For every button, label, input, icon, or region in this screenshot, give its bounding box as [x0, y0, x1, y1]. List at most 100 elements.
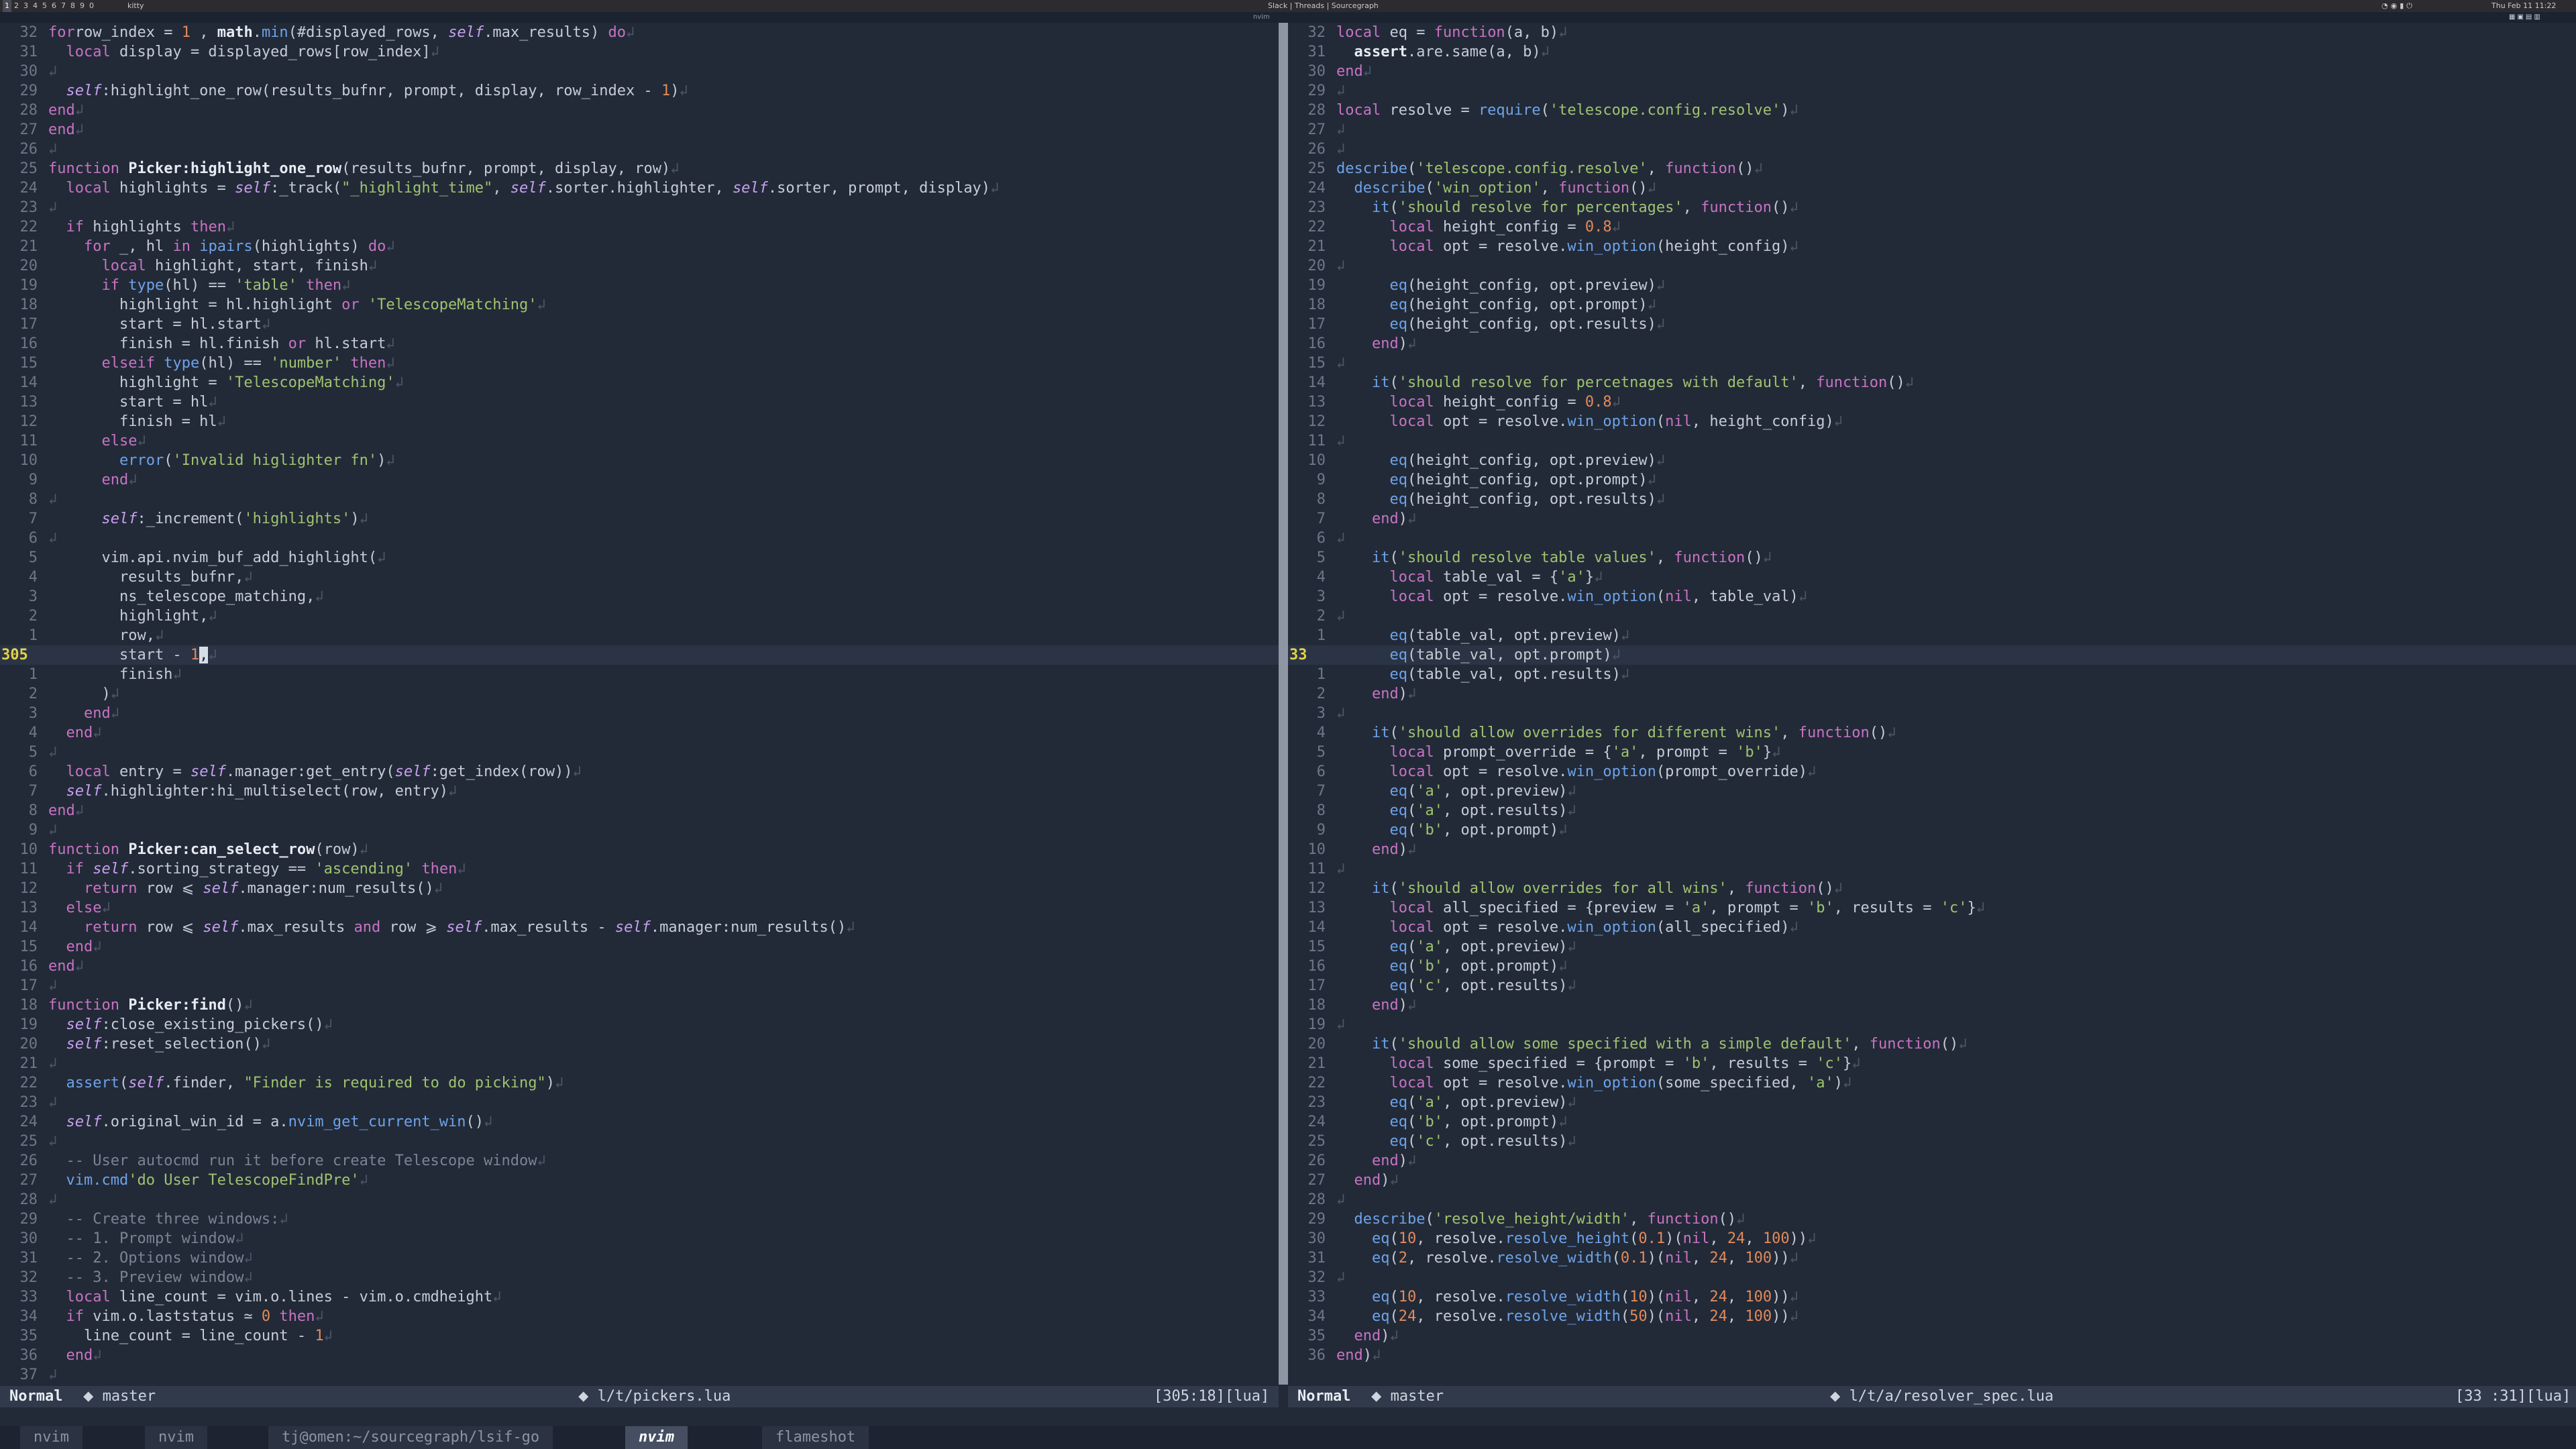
code-line[interactable]: 18 eq(height_config, opt.prompt)↲ [1288, 295, 2576, 315]
wifi-icon[interactable]: ◔ [2381, 1, 2391, 10]
code-line[interactable]: 6 ↲ [0, 529, 1279, 548]
code-line[interactable]: 36 end)↲ [1288, 1346, 2576, 1365]
code-line[interactable]: 12 it('should allow overrides for all wi… [1288, 879, 2576, 898]
code-line[interactable]: 34 if vim.o.laststatus ≃ 0 then↲ [0, 1307, 1279, 1326]
tray-icons[interactable]: ◔◉▮⏻ [2381, 0, 2415, 12]
code-line[interactable]: 13 local height_config = 0.8↲ [1288, 392, 2576, 412]
code-line[interactable]: 13 else↲ [0, 898, 1279, 918]
code-line[interactable]: 11 ↲ [1288, 859, 2576, 879]
code-line[interactable]: 32 ↲ [1288, 1268, 2576, 1287]
workspace-5[interactable]: 5 [40, 0, 49, 12]
code-line[interactable]: 8 eq('a', opt.results)↲ [1288, 801, 2576, 820]
code-line[interactable]: 16 end)↲ [1288, 334, 2576, 354]
code-line[interactable]: 15 eq('a', opt.preview)↲ [1288, 937, 2576, 957]
code-line[interactable]: 25 describe('telescope.config.resolve', f… [1288, 159, 2576, 178]
code-line[interactable]: 15 ↲ [1288, 354, 2576, 373]
code-line[interactable]: 15 end↲ [0, 937, 1279, 957]
code-line[interactable]: 5 local prompt_override = {'a', prompt =… [1288, 743, 2576, 762]
code-line[interactable]: 17 eq(height_config, opt.results)↲ [1288, 315, 2576, 334]
code-line[interactable]: 2 ↲ [1288, 606, 2576, 626]
layout-icons[interactable]: ▦▣▤▥ [2509, 12, 2542, 23]
code-line[interactable]: 33 local line_count = vim.o.lines - vim.… [0, 1287, 1279, 1307]
code-line[interactable]: 20 it('should allow some specified with … [1288, 1034, 2576, 1054]
code-line[interactable]: 3 end↲ [0, 704, 1279, 723]
code-line[interactable]: 32 local eq = function(a, b)↲ [1288, 23, 2576, 42]
code-line[interactable]: 30 end↲ [1288, 62, 2576, 81]
editor-pane-resolver-spec[interactable]: 32 local eq = function(a, b)↲ 31 assert.ar… [1288, 23, 2576, 1385]
code-line[interactable]: 22 local height_config = 0.8↲ [1288, 217, 2576, 237]
code-line[interactable]: 9 eq(height_config, opt.prompt)↲ [1288, 470, 2576, 490]
code-line[interactable]: 24 self.original_win_id = a.nvim_get_cur… [0, 1112, 1279, 1132]
code-line[interactable]: 17 start = hl.start↲ [0, 315, 1279, 334]
code-line[interactable]: 24 eq('b', opt.prompt)↲ [1288, 1112, 2576, 1132]
code-line[interactable]: 9 end↲ [0, 470, 1279, 490]
code-line[interactable]: 14 return row ⩽ self.max_results and row… [0, 918, 1279, 937]
code-line[interactable]: 15 elseif type(hl) == 'number' then↲ [0, 354, 1279, 373]
code-line[interactable]: 25 ↲ [0, 1132, 1279, 1151]
code-line[interactable]: 14 local opt = resolve.win_option(all_sp… [1288, 918, 2576, 937]
code-line[interactable]: 4 local table_val = {'a'}↲ [1288, 568, 2576, 587]
code-line[interactable]: 31 eq(2, resolve.resolve_width(0.1)(nil,… [1288, 1248, 2576, 1268]
code-line[interactable]: 30 eq(10, resolve.resolve_height(0.1)(ni… [1288, 1229, 2576, 1248]
code-line[interactable]: 19 if type(hl) == 'table' then↲ [0, 276, 1279, 295]
code-line[interactable]: 23 eq('a', opt.preview)↲ [1288, 1093, 2576, 1112]
code-line[interactable]: 28 ↲ [1288, 1190, 2576, 1210]
code-line[interactable]: 35 end)↲ [1288, 1326, 2576, 1346]
code-line[interactable]: 16 end↲ [0, 957, 1279, 976]
workspace-1[interactable]: 1 [3, 0, 11, 12]
code-line[interactable]: 24 local highlights = self:_track("_high… [0, 178, 1279, 198]
workspace-4[interactable]: 4 [31, 0, 40, 12]
code-line[interactable]: 10 eq(height_config, opt.preview)↲ [1288, 451, 2576, 470]
code-line[interactable]: 18 function Picker:find()↲ [0, 996, 1279, 1015]
code-line[interactable]: 10 end)↲ [1288, 840, 2576, 859]
code-line[interactable]: 29 ↲ [1288, 81, 2576, 101]
code-line[interactable]: 23 ↲ [0, 1093, 1279, 1112]
focused-app-title[interactable]: Slack | Threads | Sourcegraph [1268, 0, 1379, 12]
code-line[interactable]: 8 end↲ [0, 801, 1279, 820]
code-line[interactable]: 19 self:close_existing_pickers()↲ [0, 1015, 1279, 1034]
code-line[interactable]: 10 function Picker:can_select_row(row)↲ [0, 840, 1279, 859]
code-line[interactable]: 7 self:_increment('highlights')↲ [0, 509, 1279, 529]
code-line[interactable]: 2 )↲ [0, 684, 1279, 704]
code-line[interactable]: 22 if highlights then↲ [0, 217, 1279, 237]
cursor-line[interactable]: 33 eq(table_val, opt.prompt)↲ [1288, 645, 2576, 665]
code-line[interactable]: 1 row,↲ [0, 626, 1279, 645]
code-line[interactable]: 30 -- 1. Prompt window↲ [0, 1229, 1279, 1248]
code-line[interactable]: 8 eq(height_config, opt.results)↲ [1288, 490, 2576, 509]
code-line[interactable]: 4 it('should allow overrides for differe… [1288, 723, 2576, 743]
code-line[interactable]: 37 ↲ [0, 1365, 1279, 1385]
tmux-window-4[interactable]: nvim [625, 1426, 688, 1449]
code-line[interactable]: 28 ↲ [0, 1190, 1279, 1210]
workspace-6[interactable]: 6 [50, 0, 58, 12]
code-line[interactable]: 12 local opt = resolve.win_option(nil, h… [1288, 412, 2576, 431]
code-line[interactable]: 23 it('should resolve for percentages', … [1288, 198, 2576, 217]
code-line[interactable]: 12 return row ⩽ self.manager:num_results… [0, 879, 1279, 898]
code-line[interactable]: 10 error('Invalid higlighter fn')↲ [0, 451, 1279, 470]
code-line[interactable]: 18 highlight = hl.highlight or 'Telescop… [0, 295, 1279, 315]
code-line[interactable]: 3 ↲ [1288, 704, 2576, 723]
code-line[interactable]: 27 end)↲ [1288, 1171, 2576, 1190]
code-line[interactable]: 14 it('should resolve for percetnages wi… [1288, 373, 2576, 392]
workspace-7[interactable]: 7 [59, 0, 68, 12]
tmux-window-1[interactable]: nvim [20, 1426, 83, 1449]
code-line[interactable]: 4 results_bufnr,↲ [0, 568, 1279, 587]
code-line[interactable]: 19 ↲ [1288, 1015, 2576, 1034]
battery-icon[interactable]: ▮ [2400, 1, 2406, 10]
code-line[interactable]: 17 eq('c', opt.results)↲ [1288, 976, 2576, 996]
workspace-2[interactable]: 2 [12, 0, 21, 12]
code-line[interactable]: 27 end↲ [0, 120, 1279, 140]
code-line[interactable]: 3 local opt = resolve.win_option(nil, ta… [1288, 587, 2576, 606]
code-line[interactable]: 9 ↲ [0, 820, 1279, 840]
code-line[interactable]: 29 -- Create three windows:↲ [0, 1210, 1279, 1229]
code-line[interactable]: 25 eq('c', opt.results)↲ [1288, 1132, 2576, 1151]
code-line[interactable]: 17 ↲ [0, 976, 1279, 996]
code-line[interactable]: 7 eq('a', opt.preview)↲ [1288, 782, 2576, 801]
code-line[interactable]: 4 end↲ [0, 723, 1279, 743]
code-line[interactable]: 13 local all_specified = {preview = 'a',… [1288, 898, 2576, 918]
code-line[interactable]: 31 assert.are.same(a, b)↲ [1288, 42, 2576, 62]
code-line[interactable]: 7 end)↲ [1288, 509, 2576, 529]
code-line[interactable]: 36 end↲ [0, 1346, 1279, 1365]
code-line[interactable]: 29 describe('resolve_height/width', func… [1288, 1210, 2576, 1229]
workspace-9[interactable]: 9 [78, 0, 87, 12]
code-line[interactable]: 20 local highlight, start, finish↲ [0, 256, 1279, 276]
